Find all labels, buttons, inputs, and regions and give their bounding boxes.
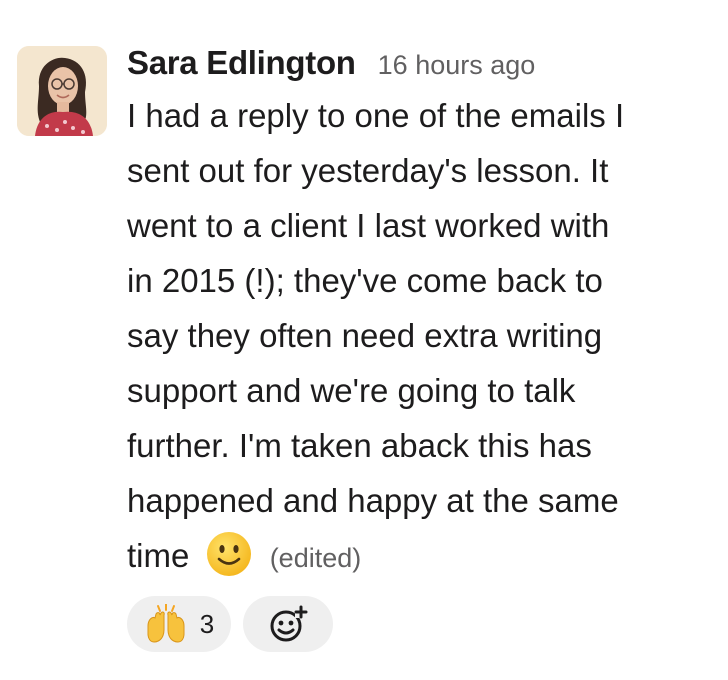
edited-label: (edited) bbox=[269, 543, 362, 573]
message-line: sent out for yesterday's lesson. It bbox=[127, 152, 609, 189]
reaction-count: 3 bbox=[199, 608, 215, 639]
message-content: Sara Edlington 16 hours ago I had a repl… bbox=[127, 44, 717, 652]
raised-hands-icon bbox=[147, 604, 185, 643]
add-reaction-button[interactable] bbox=[243, 596, 333, 652]
message-line: I had a reply to one of the emails I bbox=[127, 97, 625, 134]
message-line: went to a client I last worked with bbox=[127, 207, 610, 244]
user-photo bbox=[17, 46, 107, 136]
reaction-raised-hands[interactable]: 3 bbox=[127, 596, 231, 652]
message-line: happened and happy at the same bbox=[127, 482, 619, 519]
author-name[interactable]: Sara Edlington bbox=[127, 44, 356, 82]
message-body: I had a reply to one of the emails I sen… bbox=[127, 88, 717, 586]
message-line: further. I'm taken aback this has bbox=[127, 427, 592, 464]
message-line: in 2015 (!); they've come back to bbox=[127, 262, 603, 299]
chat-message: Sara Edlington 16 hours ago I had a repl… bbox=[0, 0, 728, 680]
timestamp[interactable]: 16 hours ago bbox=[378, 50, 536, 81]
avatar[interactable] bbox=[17, 46, 107, 136]
message-line: support and we're going to talk bbox=[127, 372, 576, 409]
message-line-text: time bbox=[127, 537, 190, 574]
reactions-bar: 3 bbox=[127, 596, 717, 652]
add-reaction-icon bbox=[270, 605, 308, 642]
slightly-smiling-face-icon bbox=[206, 532, 251, 577]
message-line: say they often need extra writing bbox=[127, 317, 603, 354]
message-last-line: time (edited) bbox=[127, 528, 717, 586]
message-header: Sara Edlington 16 hours ago bbox=[127, 44, 717, 88]
